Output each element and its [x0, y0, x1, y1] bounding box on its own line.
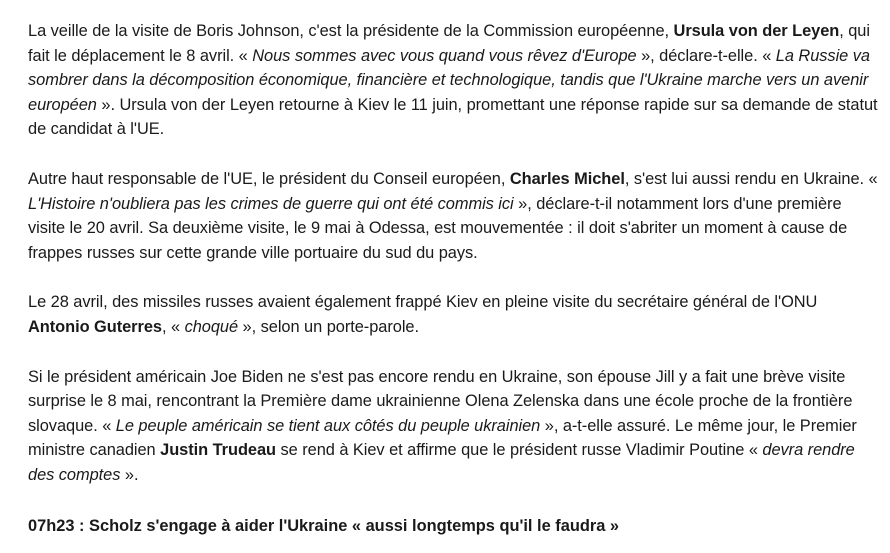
text-run: ».	[120, 465, 139, 484]
text-run: ». Ursula von der Leyen retourne à Kiev …	[28, 95, 878, 139]
paragraph-guterres: Le 28 avril, des missiles russes avaient…	[28, 290, 880, 339]
text-run: Le 28 avril, des missiles russes avaient…	[28, 293, 818, 312]
text-run: se rend à Kiev et affirme que le préside…	[276, 441, 763, 460]
text-run: , s'est lui aussi rendu en Ukraine. «	[624, 169, 878, 188]
quote-text: Nous sommes avec vous quand vous rêvez d…	[252, 46, 637, 65]
paragraph-biden-trudeau: Si le président américain Joe Biden ne s…	[28, 365, 880, 488]
text-run: Autre haut responsable de l'UE, le prési…	[28, 169, 510, 188]
live-update-heading: 07h23 : Scholz s'engage à aider l'Ukrain…	[28, 517, 620, 535]
article-body: La veille de la visite de Boris Johnson,…	[28, 19, 880, 488]
text-run: », selon un porte-parole.	[238, 317, 419, 336]
bold-name: Ursula von der Leyen	[673, 22, 840, 40]
quote-text: L'Histoire n'oubliera pas les crimes de …	[28, 194, 514, 213]
text-run: », déclare-t-elle. «	[636, 46, 776, 65]
paragraph-von-der-leyen: La veille de la visite de Boris Johnson,…	[28, 19, 880, 142]
bold-name: Antonio Guterres	[28, 317, 162, 336]
quote-text: Le peuple américain se tient aux côtés d…	[115, 416, 541, 435]
paragraph-charles-michel: Autre haut responsable de l'UE, le prési…	[28, 167, 880, 265]
text-run: , «	[161, 317, 185, 336]
text-run: La veille de la visite de Boris Johnson,…	[28, 22, 674, 40]
bold-name: Justin Trudeau	[160, 441, 276, 460]
quote-text: choqué	[184, 317, 239, 336]
bold-name: Charles Michel	[509, 169, 625, 188]
